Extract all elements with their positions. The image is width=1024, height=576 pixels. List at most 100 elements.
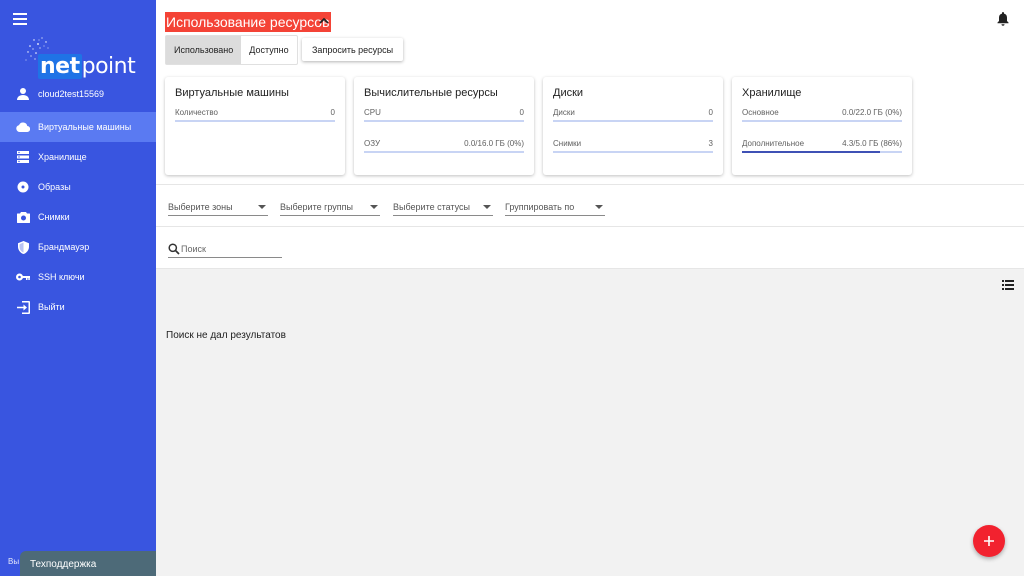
metric-count: Количество 0 xyxy=(175,108,335,139)
metric-snapshots: Снимки 3 xyxy=(553,139,713,170)
metric-value: 4.3/5.0 ГБ (86%) xyxy=(842,139,902,148)
metric-secondary-storage: Дополнительное 4.3/5.0 ГБ (86%) xyxy=(742,139,902,170)
camera-icon xyxy=(16,210,30,224)
results-area xyxy=(156,269,1024,576)
exit-icon xyxy=(16,300,30,314)
disc-icon xyxy=(16,180,30,194)
metric-label: CPU xyxy=(364,108,381,117)
progress-bar xyxy=(364,151,524,153)
progress-bar xyxy=(553,120,713,122)
cloud-icon xyxy=(16,120,30,134)
progress-bar xyxy=(175,120,335,122)
metric-label: Основное xyxy=(742,108,779,117)
metric-disks: Диски 0 xyxy=(553,108,713,139)
sidebar-item-logout[interactable]: Выйти xyxy=(0,292,156,322)
sidebar: netpoint cloud2test15569 Виртуальные маш… xyxy=(0,0,156,576)
sidebar-item-label: Брандмауэр xyxy=(38,242,90,252)
sidebar-item-label: Хранилище xyxy=(38,152,87,162)
bell-icon[interactable] xyxy=(996,12,1010,26)
sidebar-footer: Вы xyxy=(8,557,20,566)
divider xyxy=(156,184,1024,185)
menu-icon[interactable] xyxy=(13,13,27,25)
dropdown-arrow-icon xyxy=(595,205,603,209)
progress-bar xyxy=(553,151,713,153)
zones-select[interactable]: Выберите зоны xyxy=(168,196,268,216)
user-profile[interactable]: cloud2test15569 xyxy=(16,86,104,102)
search-field xyxy=(168,240,282,258)
card-compute-resources: Вычислительные ресурсы CPU 0 ОЗУ 0.0/16.0 … xyxy=(354,77,534,175)
dropdown-arrow-icon xyxy=(483,205,491,209)
metric-value: 0.0/22.0 ГБ (0%) xyxy=(842,108,902,117)
shield-icon xyxy=(16,240,30,254)
empty-results-message: Поиск не дал результатов xyxy=(166,330,286,341)
progress-bar xyxy=(742,151,902,153)
progress-fill xyxy=(742,151,880,153)
metric-cpu: CPU 0 xyxy=(364,108,524,139)
sidebar-item-label: Выйти xyxy=(38,302,65,312)
username: cloud2test15569 xyxy=(38,89,105,99)
dropdown-arrow-icon xyxy=(370,205,378,209)
card-title: Вычислительные ресурсы xyxy=(364,87,498,99)
sidebar-item-ssh-keys[interactable]: SSH ключи xyxy=(0,262,156,292)
sidebar-item-label: SSH ключи xyxy=(38,272,85,282)
metric-value: 0 xyxy=(708,108,713,117)
metric-value: 3 xyxy=(708,139,713,148)
select-value: Выберите статусы xyxy=(393,202,471,212)
logo-net: net xyxy=(38,54,82,79)
progress-bar xyxy=(742,120,902,122)
tab-used[interactable]: Использовано xyxy=(166,36,242,64)
sidebar-item-virtual-machines[interactable]: Виртуальные машины xyxy=(0,112,156,142)
card-title: Виртуальные машины xyxy=(175,87,289,99)
search-input[interactable] xyxy=(181,243,277,254)
netpoint-logo: netpoint xyxy=(22,34,136,82)
card-virtual-machines: Виртуальные машины Количество 0 xyxy=(165,77,345,175)
plus-icon xyxy=(984,536,994,546)
usage-toggle: Использовано Доступно xyxy=(165,35,298,65)
metric-primary-storage: Основное 0.0/22.0 ГБ (0%) xyxy=(742,108,902,139)
metric-ram: ОЗУ 0.0/16.0 ГБ (0%) xyxy=(364,139,524,170)
metric-label: ОЗУ xyxy=(364,139,381,148)
page-title: Использование ресурсов xyxy=(165,12,331,32)
select-value: Выберите группы xyxy=(280,202,353,212)
support-label: Техподдержка xyxy=(30,559,97,570)
sidebar-item-snapshots[interactable]: Снимки xyxy=(0,202,156,232)
sidebar-item-label: Образы xyxy=(38,182,71,192)
sidebar-item-storage[interactable]: Хранилище xyxy=(0,142,156,172)
main-content: Использование ресурсов Использовано Дост… xyxy=(156,0,1024,576)
divider xyxy=(156,226,1024,227)
tab-available[interactable]: Доступно xyxy=(241,36,296,64)
list-view-icon[interactable] xyxy=(1002,280,1014,290)
key-icon xyxy=(16,270,30,284)
logo-wordmark: netpoint xyxy=(38,54,136,79)
dropdown-arrow-icon xyxy=(258,205,266,209)
sidebar-item-firewall[interactable]: Брандмауэр xyxy=(0,232,156,262)
statuses-select[interactable]: Выберите статусы xyxy=(393,196,493,216)
sidebar-item-label: Виртуальные машины xyxy=(38,122,132,132)
logo-point: point xyxy=(81,54,136,79)
sidebar-item-label: Снимки xyxy=(38,212,70,222)
metric-label: Диски xyxy=(553,108,575,117)
card-disks: Диски Диски 0 Снимки 3 xyxy=(543,77,723,175)
card-title: Диски xyxy=(553,87,584,99)
card-storage: Хранилище Основное 0.0/22.0 ГБ (0%) Допол… xyxy=(732,77,912,175)
request-resources-button[interactable]: Запросить ресурсы xyxy=(302,38,404,61)
metric-label: Снимки xyxy=(553,139,582,148)
metric-label: Дополнительное xyxy=(742,139,805,148)
storage-icon xyxy=(16,150,30,164)
add-button[interactable] xyxy=(973,525,1005,557)
metric-value: 0 xyxy=(330,108,335,117)
sidebar-nav: Виртуальные машины Хранилище Образы Сним… xyxy=(0,112,156,322)
metric-value: 0.0/16.0 ГБ (0%) xyxy=(464,139,524,148)
sidebar-item-images[interactable]: Образы xyxy=(0,172,156,202)
progress-bar xyxy=(364,120,524,122)
groups-select[interactable]: Выберите группы xyxy=(280,196,380,216)
select-value: Выберите зоны xyxy=(168,202,233,212)
chevron-up-icon[interactable] xyxy=(319,16,329,26)
user-icon xyxy=(17,88,29,100)
card-title: Хранилище xyxy=(742,87,802,99)
metric-label: Количество xyxy=(175,108,218,117)
metric-value: 0 xyxy=(519,108,524,117)
search-icon xyxy=(168,242,180,255)
select-value: Группировать по xyxy=(505,202,575,212)
group-by-select[interactable]: Группировать по xyxy=(505,196,605,216)
